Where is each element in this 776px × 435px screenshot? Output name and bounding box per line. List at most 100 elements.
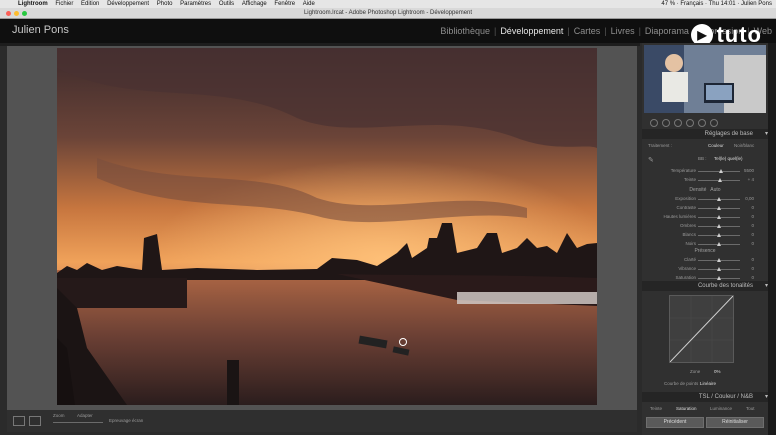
tab-tout[interactable]: Tout: [746, 406, 755, 411]
slider-row[interactable]: Vibrance 0: [642, 265, 768, 274]
module-developpement[interactable]: Développement: [500, 26, 563, 36]
loupe-view-button[interactable]: [13, 416, 25, 426]
graduated-filter-icon[interactable]: [686, 119, 694, 127]
red-eye-icon[interactable]: [674, 119, 682, 127]
slider-thumb[interactable]: [717, 206, 721, 210]
menu-parametres[interactable]: Paramètres: [180, 1, 211, 7]
compare-view-button[interactable]: [29, 416, 41, 426]
slider-row[interactable]: Teinte + 4: [642, 176, 768, 185]
slider-thumb[interactable]: [717, 267, 721, 271]
slider-thumb[interactable]: [717, 224, 721, 228]
slider-thumb[interactable]: [717, 242, 721, 246]
tone-header: Densité Auto: [642, 187, 768, 193]
menu-fichier[interactable]: Fichier: [55, 1, 73, 7]
hsl-header[interactable]: TSL / Couleur / N&B ▾: [642, 392, 768, 402]
treatment-label: Traitement :: [648, 143, 672, 148]
slider-value: 0: [751, 232, 754, 237]
panel-buttons: Précédent Réinitialiser: [642, 416, 768, 428]
zoom-icon[interactable]: [22, 11, 27, 16]
basic-panel-header[interactable]: Réglages de base ▾: [642, 129, 768, 139]
slider-thumb[interactable]: [719, 169, 724, 173]
slider-label: Température: [670, 168, 696, 173]
menu-fenetre[interactable]: Fenêtre: [274, 1, 295, 7]
slider-row[interactable]: Hautes lumières 0: [642, 213, 768, 222]
minimize-icon[interactable]: [14, 11, 19, 16]
zoom-label: Zoom: [53, 413, 65, 418]
module-cartes[interactable]: Cartes: [574, 26, 601, 36]
slider-label: Exposition: [675, 196, 696, 201]
slider-thumb[interactable]: [717, 276, 721, 280]
menu-aide[interactable]: Aide: [303, 1, 315, 7]
slider-label: Noirs: [685, 241, 696, 246]
tone-curve-title: Courbe des tonalités: [697, 283, 753, 289]
slider-label: Saturation: [675, 275, 696, 280]
webcam-overlay: [644, 45, 766, 113]
slider-label: Hautes lumières: [663, 214, 696, 219]
window-title: Lightroom.lrcat - Adobe Photoshop Lightr…: [303, 10, 473, 16]
slider-label: Vibrance: [678, 266, 696, 271]
slider-value: 0,00: [745, 196, 754, 201]
close-icon[interactable]: [6, 11, 11, 16]
photo-preview[interactable]: [57, 48, 597, 405]
slider-row[interactable]: Clarté 0: [642, 256, 768, 265]
hsl-tabs: Teinte Saturation Luminance Tout: [642, 406, 768, 414]
slider-row[interactable]: Contraste 0: [642, 204, 768, 213]
slider-label: Ombres: [679, 223, 696, 228]
slider-value: 0: [751, 266, 754, 271]
tone-label: Densité: [689, 187, 707, 193]
menu-affichage[interactable]: Affichage: [242, 1, 267, 7]
menu-bar: Lightroom Fichier Edition Développement …: [0, 0, 776, 8]
soft-proof-checkbox-label[interactable]: Epreuvage écran: [109, 418, 143, 423]
sunset-photo: [57, 48, 597, 405]
slider-value: 0: [751, 223, 754, 228]
menu-developpement[interactable]: Développement: [107, 1, 149, 7]
module-bibliotheque[interactable]: Bibliothèque: [440, 26, 490, 36]
wb-select[interactable]: Tel(le) quel(le): [714, 156, 743, 161]
slider-thumb[interactable]: [717, 233, 721, 237]
right-panel: Réglages de base ▾ Traitement : Couleur N…: [642, 43, 768, 435]
slider-thumb[interactable]: [717, 215, 721, 219]
menu-lightroom[interactable]: Lightroom: [18, 1, 48, 7]
treatment-color[interactable]: Couleur: [708, 143, 724, 148]
tone-curve-graph[interactable]: [669, 295, 734, 363]
slider-value: + 4: [747, 177, 754, 182]
tab-saturation[interactable]: Saturation: [676, 406, 697, 411]
menu-outils[interactable]: Outils: [219, 1, 234, 7]
slider-thumb[interactable]: [717, 178, 722, 182]
slider-label: Teinte: [683, 177, 696, 182]
curve-line: [669, 295, 734, 363]
slider-row[interactable]: Température 5500: [642, 167, 768, 176]
tab-teinte[interactable]: Teinte: [650, 406, 662, 411]
presence-header: Présence: [694, 248, 716, 254]
tab-luminance[interactable]: Luminance: [710, 406, 732, 411]
previous-button[interactable]: Précédent: [646, 417, 704, 428]
tone-auto-button[interactable]: Auto: [710, 187, 720, 193]
slider-row[interactable]: Blancs 0: [642, 231, 768, 240]
tone-curve-header[interactable]: Courbe des tonalités ▾: [642, 281, 768, 291]
slider-thumb[interactable]: [717, 258, 721, 262]
curve-region-label: Zone: [690, 369, 701, 374]
point-curve-select[interactable]: Linéaire: [700, 381, 716, 386]
spot-removal-icon[interactable]: [662, 119, 670, 127]
eyedropper-icon[interactable]: ✎: [648, 156, 654, 164]
menu-edition[interactable]: Edition: [81, 1, 99, 7]
module-livres[interactable]: Livres: [611, 26, 635, 36]
fit-label[interactable]: Adapter: [77, 413, 93, 418]
window-titlebar: Lightroom.lrcat - Adobe Photoshop Lightr…: [0, 8, 776, 19]
module-diaporama[interactable]: Diaporama: [645, 26, 689, 36]
slider-row[interactable]: Exposition 0,00: [642, 195, 768, 204]
slider-value: 5500: [743, 168, 754, 173]
menu-photo[interactable]: Photo: [157, 1, 173, 7]
zoom-slider[interactable]: [53, 422, 103, 423]
image-stage[interactable]: [7, 46, 637, 410]
treatment-bw[interactable]: Noir/blanc: [734, 143, 754, 148]
slider-value: 0: [751, 275, 754, 280]
right-panel-edge[interactable]: [768, 43, 776, 435]
brush-icon[interactable]: [710, 119, 718, 127]
slider-thumb[interactable]: [717, 197, 721, 201]
slider-label: Contraste: [676, 205, 696, 210]
reset-button[interactable]: Réinitialiser: [706, 417, 764, 428]
crop-icon[interactable]: [650, 119, 658, 127]
radial-filter-icon[interactable]: [698, 119, 706, 127]
slider-row[interactable]: Ombres 0: [642, 222, 768, 231]
